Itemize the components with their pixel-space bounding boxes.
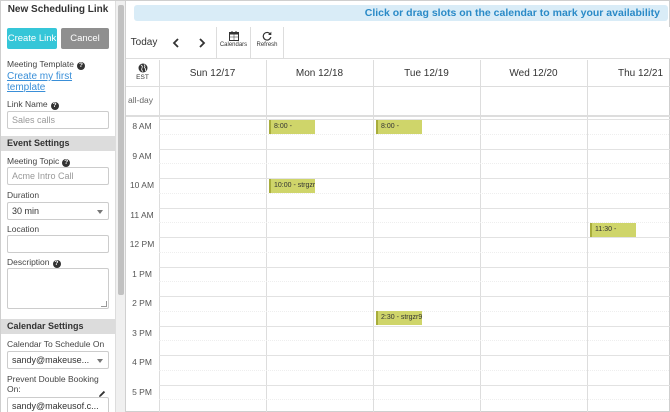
help-icon[interactable]: ? — [52, 260, 61, 268]
meeting-topic-input[interactable]: Acme Intro Call — [7, 167, 109, 185]
help-icon[interactable]: ? — [62, 159, 71, 167]
scheduling-link-panel: New Scheduling Link Create Link Cancel M… — [1, 1, 126, 412]
calendar-toolbar: Today Calendars Refresh — [126, 27, 670, 59]
meeting-template-label: Meeting Template? — [7, 59, 85, 70]
event-settings-header: Event Settings — [1, 136, 115, 151]
duration-select[interactable]: 30 min — [7, 202, 109, 220]
panel-scrollbar[interactable] — [115, 1, 125, 412]
calendar-settings-header: Calendar Settings — [1, 319, 115, 334]
hour-line — [159, 207, 670, 209]
calendars-label: Calendars — [219, 42, 248, 48]
scrollbar-thumb[interactable] — [118, 5, 124, 295]
timezone-selector[interactable]: EST — [126, 60, 159, 87]
half-hour-line — [159, 369, 670, 371]
hour-line — [159, 148, 670, 150]
day-column-divider — [373, 60, 374, 412]
availability-slot[interactable]: 2:30 - strgzr9 — [376, 311, 422, 326]
week-calendar: EST Sun 12/17 Mon 12/18 Tue 12/19 Wed 12/20… — [126, 60, 670, 412]
hour-label: 4 PM — [132, 357, 152, 367]
globe-icon — [138, 63, 147, 73]
day-column-divider — [587, 60, 588, 412]
half-hour-line — [159, 281, 670, 283]
day-header-row: EST Sun 12/17 Mon 12/18 Tue 12/19 Wed 12/20… — [126, 60, 670, 87]
duration-label: Duration — [7, 190, 40, 200]
prev-week-button[interactable] — [166, 27, 186, 59]
hour-label: 10 AM — [129, 180, 155, 190]
meeting-template-label-text: Meeting Template — [7, 59, 74, 69]
link-name-input[interactable]: Sales calls — [7, 111, 109, 129]
hour-label: 2 PM — [132, 298, 152, 308]
half-hour-line — [159, 251, 670, 253]
day-column-divider — [159, 60, 160, 412]
hour-line — [159, 384, 670, 386]
today-button[interactable]: Today — [126, 27, 162, 59]
hour-line — [159, 355, 670, 356]
hour-line — [159, 237, 670, 238]
availability-slot[interactable]: 10:00 - strgzr — [269, 178, 315, 193]
calendar-to-schedule-select[interactable]: sandy@makeuse... — [7, 351, 109, 369]
refresh-label: Refresh — [256, 42, 278, 48]
location-label: Location — [7, 224, 40, 234]
link-name-label: Link Name? — [7, 99, 59, 110]
availability-slot[interactable]: 8:00 - — [269, 119, 315, 134]
availability-slot[interactable]: 11:30 - — [590, 222, 636, 237]
all-day-label: all-day — [128, 95, 154, 105]
half-hour-line — [159, 133, 670, 135]
hour-label: 1 PM — [132, 268, 152, 279]
meeting-topic-label: Meeting Topic? — [7, 156, 71, 167]
hour-line — [159, 325, 670, 327]
chevron-left-icon — [172, 38, 179, 48]
panel-title: New Scheduling Link — [7, 4, 109, 15]
prevent-double-booking-label: Prevent Double Booking On: — [7, 374, 99, 394]
prevent-double-booking-input[interactable]: sandy@makeusof.c... — [7, 397, 109, 412]
half-hour-line — [159, 340, 670, 342]
create-link-button[interactable]: Create Link — [7, 28, 57, 49]
calendars-button[interactable]: Calendars — [216, 27, 250, 59]
day-header: Mon 12/18 — [295, 68, 344, 79]
hour-label: 12 PM — [129, 239, 155, 249]
description-label-text: Description — [7, 257, 50, 267]
timezone-label: EST — [136, 74, 149, 81]
calendar-icon — [228, 31, 239, 41]
all-day-row[interactable]: all-day — [126, 87, 670, 117]
hour-line — [159, 266, 670, 268]
chevron-right-icon — [199, 38, 206, 48]
availability-slot[interactable]: 8:00 - — [376, 119, 422, 134]
refresh-button[interactable]: Refresh — [250, 27, 284, 59]
cancel-button[interactable]: Cancel — [61, 28, 109, 49]
hour-label: 8 AM — [132, 121, 152, 131]
day-column-divider — [266, 60, 267, 412]
hour-label: 3 PM — [132, 327, 152, 338]
calendar-to-schedule-label: Calendar To Schedule On — [7, 339, 105, 349]
location-input[interactable] — [7, 235, 109, 253]
hour-line — [159, 296, 670, 297]
create-template-link[interactable]: Create my first template — [7, 71, 107, 93]
availability-banner: Click or drag slots on the calendar to m… — [134, 5, 668, 21]
hour-label: 11 AM — [130, 209, 154, 220]
half-hour-line — [159, 192, 670, 194]
meeting-topic-label-text: Meeting Topic — [7, 156, 60, 166]
resize-grip-icon[interactable] — [101, 301, 107, 307]
half-hour-line — [159, 163, 670, 165]
description-textarea[interactable] — [7, 268, 109, 309]
next-week-button[interactable] — [192, 27, 212, 59]
day-header: Wed 12/20 — [509, 68, 558, 79]
hour-label: 5 PM — [132, 386, 152, 397]
day-header: Thu 12/21 — [617, 68, 664, 79]
description-label: Description? — [7, 257, 61, 268]
half-hour-line — [159, 399, 670, 401]
help-icon[interactable]: ? — [50, 102, 59, 110]
day-column-divider — [480, 60, 481, 412]
day-header: Tue 12/19 — [404, 68, 449, 79]
hour-label: 9 AM — [132, 150, 152, 161]
hour-line — [159, 178, 670, 179]
help-icon[interactable]: ? — [76, 62, 85, 70]
day-header: Sun 12/17 — [189, 68, 236, 79]
link-name-label-text: Link Name — [7, 99, 48, 109]
refresh-icon — [262, 31, 272, 41]
